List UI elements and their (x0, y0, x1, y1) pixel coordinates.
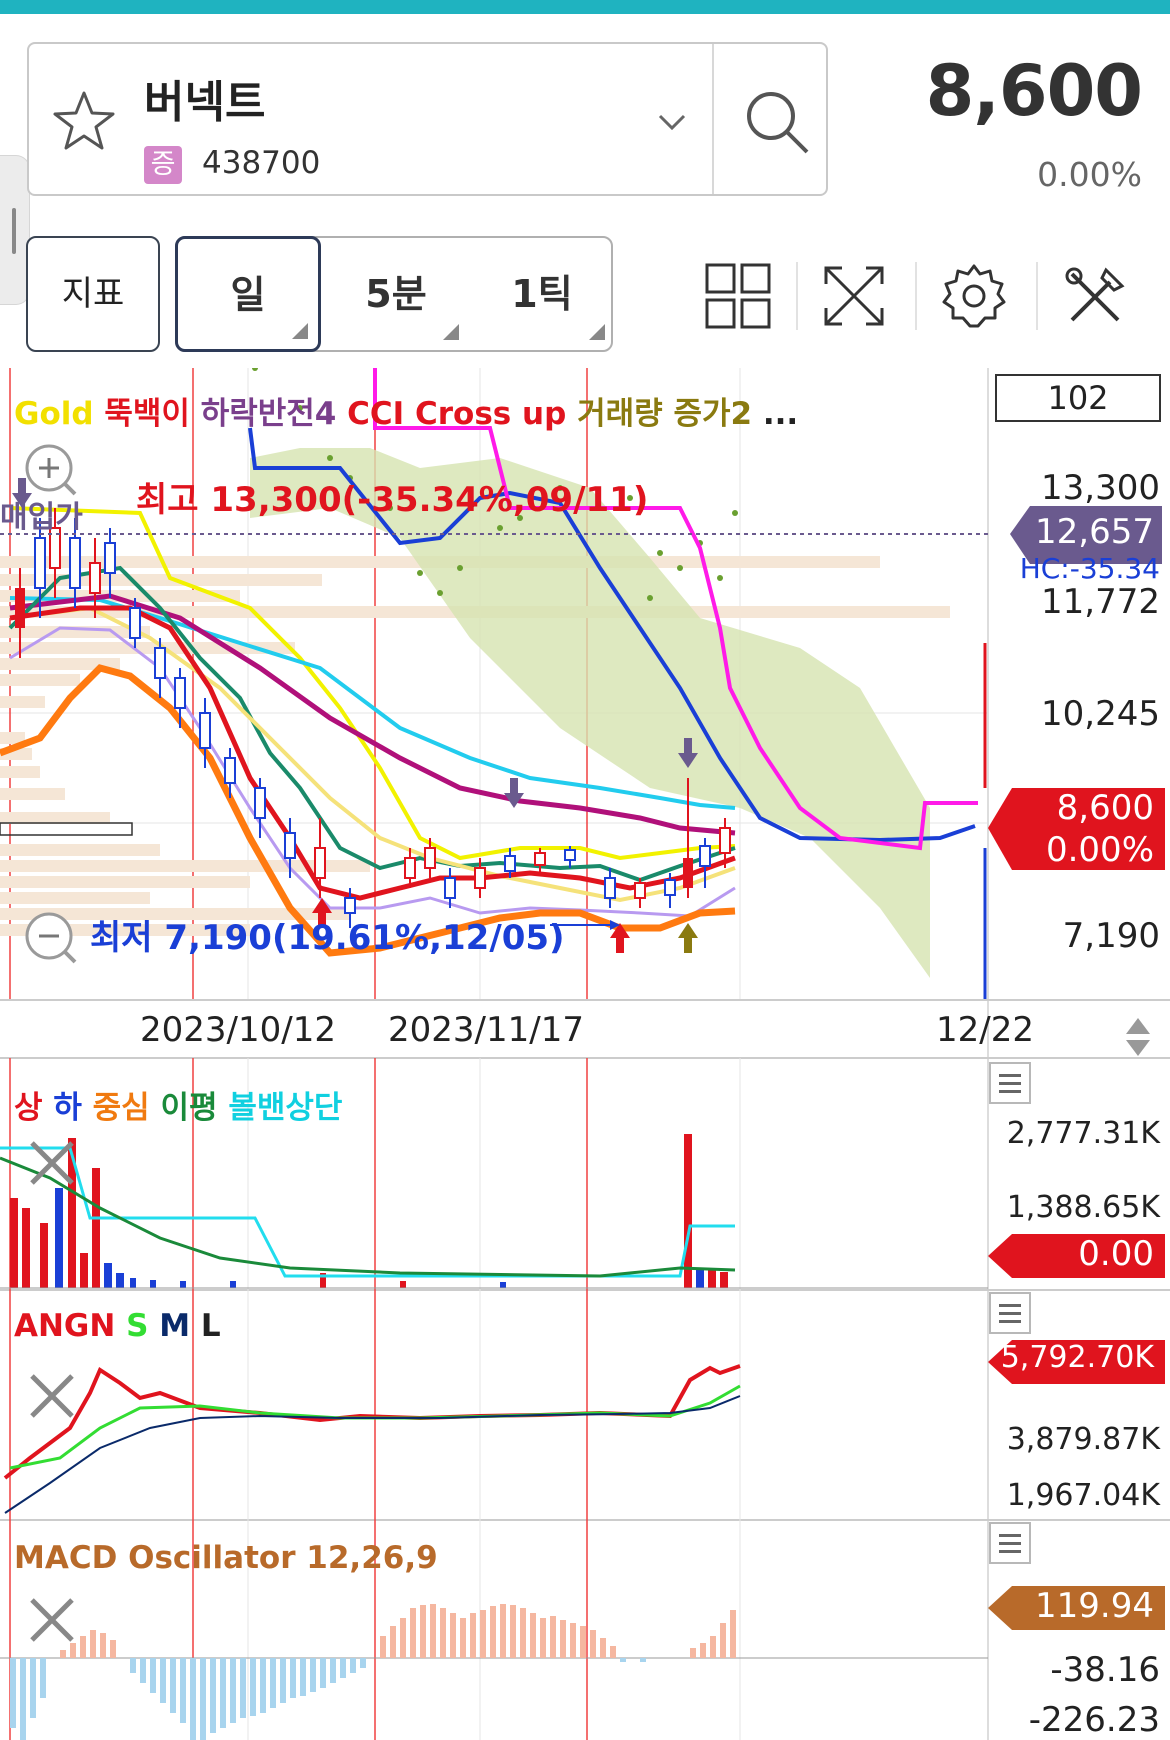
axis-label-low: 7,190 (1062, 916, 1160, 956)
legend-ma: 이평 (160, 1090, 218, 1126)
status-bar-accent (0, 0, 1170, 14)
change-percent: 0.00% (1037, 155, 1142, 194)
chevron-down-icon[interactable] (654, 104, 690, 140)
signal-reversal: 하락반전4 (200, 396, 337, 432)
axis-label-high: 13,300 (1041, 468, 1160, 508)
legend-upper: 상 (14, 1090, 43, 1126)
stock-code: 438700 (202, 145, 321, 181)
stock-name: 버넥트 (144, 77, 266, 128)
stock-selector[interactable]: 버넥트 증 438700 (27, 42, 828, 196)
signal-cci: CCI Cross up (347, 396, 567, 432)
indicator-button[interactable]: 지표 (26, 236, 160, 352)
toolbar-divider (1036, 262, 1038, 330)
expand-icon[interactable] (820, 262, 888, 330)
legend-s: S (126, 1308, 149, 1344)
period-count-box[interactable]: 102 (995, 374, 1161, 422)
period-day-tab[interactable]: 일 (175, 236, 321, 352)
angn-panel-menu-button[interactable] (989, 1292, 1031, 1334)
legend-m: M (159, 1308, 191, 1344)
macd-axis-neg2: -226.23 (1028, 1700, 1160, 1740)
macd-axis-neg1: -38.16 (1050, 1650, 1160, 1690)
search-icon[interactable] (739, 84, 819, 164)
legend-l: L (200, 1308, 221, 1344)
volume-legend: 상 하 중심 이평 볼밴상단 (14, 1082, 342, 1127)
date-label-3: 12/22 (936, 1010, 1034, 1050)
axis-label-11772: 11,772 (1041, 582, 1160, 622)
macd-legend: MACD Oscillator 12,26,9 (14, 1540, 438, 1576)
angn-axis-mid: 3,879.87K (1006, 1422, 1160, 1457)
corner-indicator-icon (443, 324, 459, 340)
period-5min-tab[interactable]: 5분 (323, 238, 469, 350)
angn-axis-low: 1,967.04K (1006, 1478, 1160, 1513)
volume-panel-menu-button[interactable] (989, 1062, 1031, 1104)
signal-ttukbaegi: 뚝백이 (104, 396, 190, 432)
period-day-label: 일 (230, 273, 266, 317)
period-1tick-tab[interactable]: 1틱 (469, 238, 615, 350)
signal-volume-increase: 거래량 증가2 (577, 396, 753, 432)
grip-icon (12, 208, 16, 254)
toolbar-divider (796, 262, 798, 330)
signal-gold: Gold (14, 396, 94, 432)
divider (712, 44, 714, 194)
angn-current-tag: 5,792.70K (1000, 1340, 1154, 1375)
volume-axis-high: 2,777.31K (1006, 1116, 1160, 1151)
toolbar-divider (915, 262, 917, 330)
legend-bollinger: 볼밴상단 (228, 1090, 343, 1126)
angn-legend: ANGN S M L (14, 1308, 221, 1344)
period-1tick-label: 1틱 (511, 272, 573, 316)
macd-current-tag: 119.94 (1035, 1586, 1154, 1626)
legend-center: 중심 (92, 1090, 150, 1126)
signal-more: ... (762, 396, 799, 432)
current-price-tag: 8,600 (1056, 788, 1154, 828)
legend-lower: 하 (53, 1090, 82, 1126)
grid-layout-icon[interactable] (704, 262, 772, 330)
hc-label: HC:-35.34 (1019, 552, 1160, 585)
volume-axis-mid: 1,388.65K (1006, 1190, 1160, 1225)
star-icon[interactable] (51, 88, 117, 154)
period-selector: 일 5분 1틱 (175, 236, 613, 352)
chart-area[interactable]: Gold 뚝백이 하락반전4 CCI Cross up 거래량 증가2 ... … (0, 368, 1170, 1740)
market-badge: 증 (144, 146, 182, 184)
legend-angn: ANGN (14, 1308, 116, 1344)
date-label-2: 2023/11/17 (388, 1010, 584, 1050)
high-note: 최고 13,300(-35.34%,09/11) (136, 480, 649, 520)
current-pct-tag: 0.00% (1045, 830, 1154, 870)
axis-label-10245: 10,245 (1041, 694, 1160, 734)
date-label-1: 2023/10/12 (140, 1010, 336, 1050)
volume-current-tag: 0.00 (1078, 1234, 1154, 1274)
signal-legend[interactable]: Gold 뚝백이 하락반전4 CCI Cross up 거래량 증가2 ... (14, 388, 798, 433)
corner-indicator-icon (589, 324, 605, 340)
gear-icon[interactable] (940, 262, 1008, 330)
period-5min-label: 5분 (365, 272, 427, 316)
buy-price-label: 매입가 (0, 500, 83, 535)
corner-indicator-icon (292, 323, 308, 339)
macd-panel-menu-button[interactable] (989, 1522, 1031, 1564)
current-price: 8,600 (925, 50, 1143, 132)
low-note: 최저 7,190(19.61%,12/05) (90, 918, 565, 958)
tools-icon[interactable] (1062, 262, 1130, 330)
avg-price-tag: 12,657 (1035, 512, 1154, 552)
